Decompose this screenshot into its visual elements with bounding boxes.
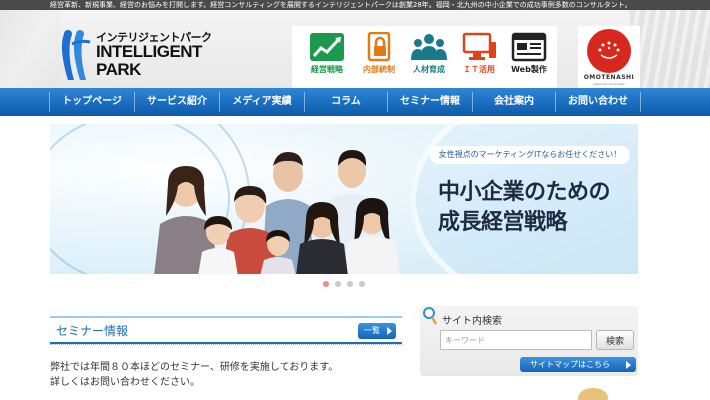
sitemap-button[interactable]: サイトマップはこちら bbox=[520, 357, 636, 372]
search-input[interactable] bbox=[440, 330, 592, 350]
header-decoration-left bbox=[0, 10, 60, 88]
family-photo-illustration bbox=[154, 150, 400, 274]
search-title: サイト内検索 bbox=[442, 316, 502, 327]
slider-dot[interactable] bbox=[335, 281, 341, 287]
omotenashi-badge[interactable]: OMOTENASHI Japan service quality bbox=[578, 26, 640, 88]
nav-item-services[interactable]: サービス紹介 bbox=[135, 88, 219, 116]
seminar-list-button[interactable]: 一覧 bbox=[358, 323, 396, 339]
nav-item-contact[interactable]: お問い合わせ bbox=[556, 88, 640, 116]
slider-dot[interactable] bbox=[323, 281, 329, 287]
magnifier-icon bbox=[423, 307, 438, 325]
service-link-it[interactable]: ＩＴ活用 bbox=[454, 32, 504, 84]
chart-up-icon bbox=[310, 33, 344, 61]
service-label: Web製作 bbox=[511, 65, 547, 74]
nav-item-column[interactable]: コラム bbox=[305, 88, 387, 116]
global-nav: トップページ サービス紹介 メディア実績 コラム セミナー情報 会社案内 お問い… bbox=[0, 88, 710, 116]
arrow-right-icon bbox=[387, 327, 392, 335]
service-label: 人材育成 bbox=[413, 65, 445, 74]
top-info-text: 経営革新、新規事業、経営のお悩みを打開します。経営コンサルティングを展開するイン… bbox=[50, 1, 632, 9]
omotenashi-sub: Japan service quality bbox=[593, 82, 625, 86]
nav-separator bbox=[640, 92, 641, 112]
nav-item-seminar[interactable]: セミナー情報 bbox=[388, 88, 472, 116]
banner-headline-line2: 成長経営戦略 bbox=[438, 210, 568, 235]
seminar-title: セミナー情報 bbox=[56, 324, 129, 338]
service-label: ＩＴ活用 bbox=[463, 65, 495, 74]
site-header: インテリジェントパーク INTELLIGENT PARK 経営戦略 内部統制 人… bbox=[0, 10, 710, 88]
sitemap-label: サイトマップはこちら bbox=[530, 360, 610, 369]
service-link-hr-development[interactable]: 人材育成 bbox=[404, 32, 454, 84]
seminar-divider bbox=[50, 344, 402, 345]
site-logo[interactable]: インテリジェントパーク INTELLIGENT PARK bbox=[58, 30, 218, 86]
hero-banner[interactable]: 女性視点のマーケティングITならお任せください！ 中小企業のための 成長経営戦略 bbox=[50, 124, 638, 274]
service-link-internal-control[interactable]: 内部統制 bbox=[354, 32, 404, 84]
lock-document-icon bbox=[367, 32, 391, 62]
nav-item-company[interactable]: 会社案内 bbox=[473, 88, 555, 116]
omotenashi-name: OMOTENASHI bbox=[583, 74, 635, 81]
logo-mark-icon bbox=[61, 30, 91, 80]
site-search-panel: サイト内検索 検索 サイトマップはこちら bbox=[420, 306, 638, 376]
nav-item-top[interactable]: トップページ bbox=[50, 88, 134, 116]
search-button[interactable]: 検索 bbox=[596, 330, 634, 350]
service-label: 内部統制 bbox=[363, 65, 395, 74]
logo-text-line1: INTELLIGENT bbox=[96, 42, 202, 61]
service-icons-panel: 経営戦略 内部統制 人材育成 ＩＴ活用 Web製作 bbox=[292, 26, 557, 88]
banner-headline-line1: 中小企業のための bbox=[438, 180, 611, 205]
web-page-icon bbox=[511, 32, 547, 62]
people-group-icon bbox=[411, 34, 447, 60]
seminar-description-line2: 詳しくはお問い合わせください。 bbox=[50, 377, 200, 388]
banner-tagline: 女性視点のマーケティングITならお任せください！ bbox=[430, 146, 630, 164]
seminar-list-label: 一覧 bbox=[364, 326, 380, 335]
seminar-description-line1: 弊社では年間８０本ほどのセミナー、研修を実施しております。 bbox=[50, 362, 339, 373]
slider-dot[interactable] bbox=[347, 281, 353, 287]
logo-text-line2: PARK bbox=[96, 60, 141, 79]
seminar-header-topline bbox=[50, 316, 402, 318]
slider-dot[interactable] bbox=[359, 281, 365, 287]
corner-decoration bbox=[578, 388, 608, 400]
service-link-strategy[interactable]: 経営戦略 bbox=[302, 32, 352, 84]
arrow-right-icon bbox=[626, 361, 631, 369]
service-link-web[interactable]: Web製作 bbox=[504, 32, 554, 84]
seminar-header: セミナー情報 一覧 bbox=[50, 316, 402, 344]
omotenashi-logo-icon bbox=[587, 29, 631, 73]
slider-pagination bbox=[320, 281, 370, 289]
header-decoration-right bbox=[630, 10, 710, 88]
top-info-bar: 経営革新、新規事業、経営のお悩みを打開します。経営コンサルティングを展開するイン… bbox=[0, 0, 710, 10]
computer-icon bbox=[462, 32, 496, 60]
nav-item-media[interactable]: メディア実績 bbox=[220, 88, 304, 116]
service-label: 経営戦略 bbox=[311, 65, 343, 74]
